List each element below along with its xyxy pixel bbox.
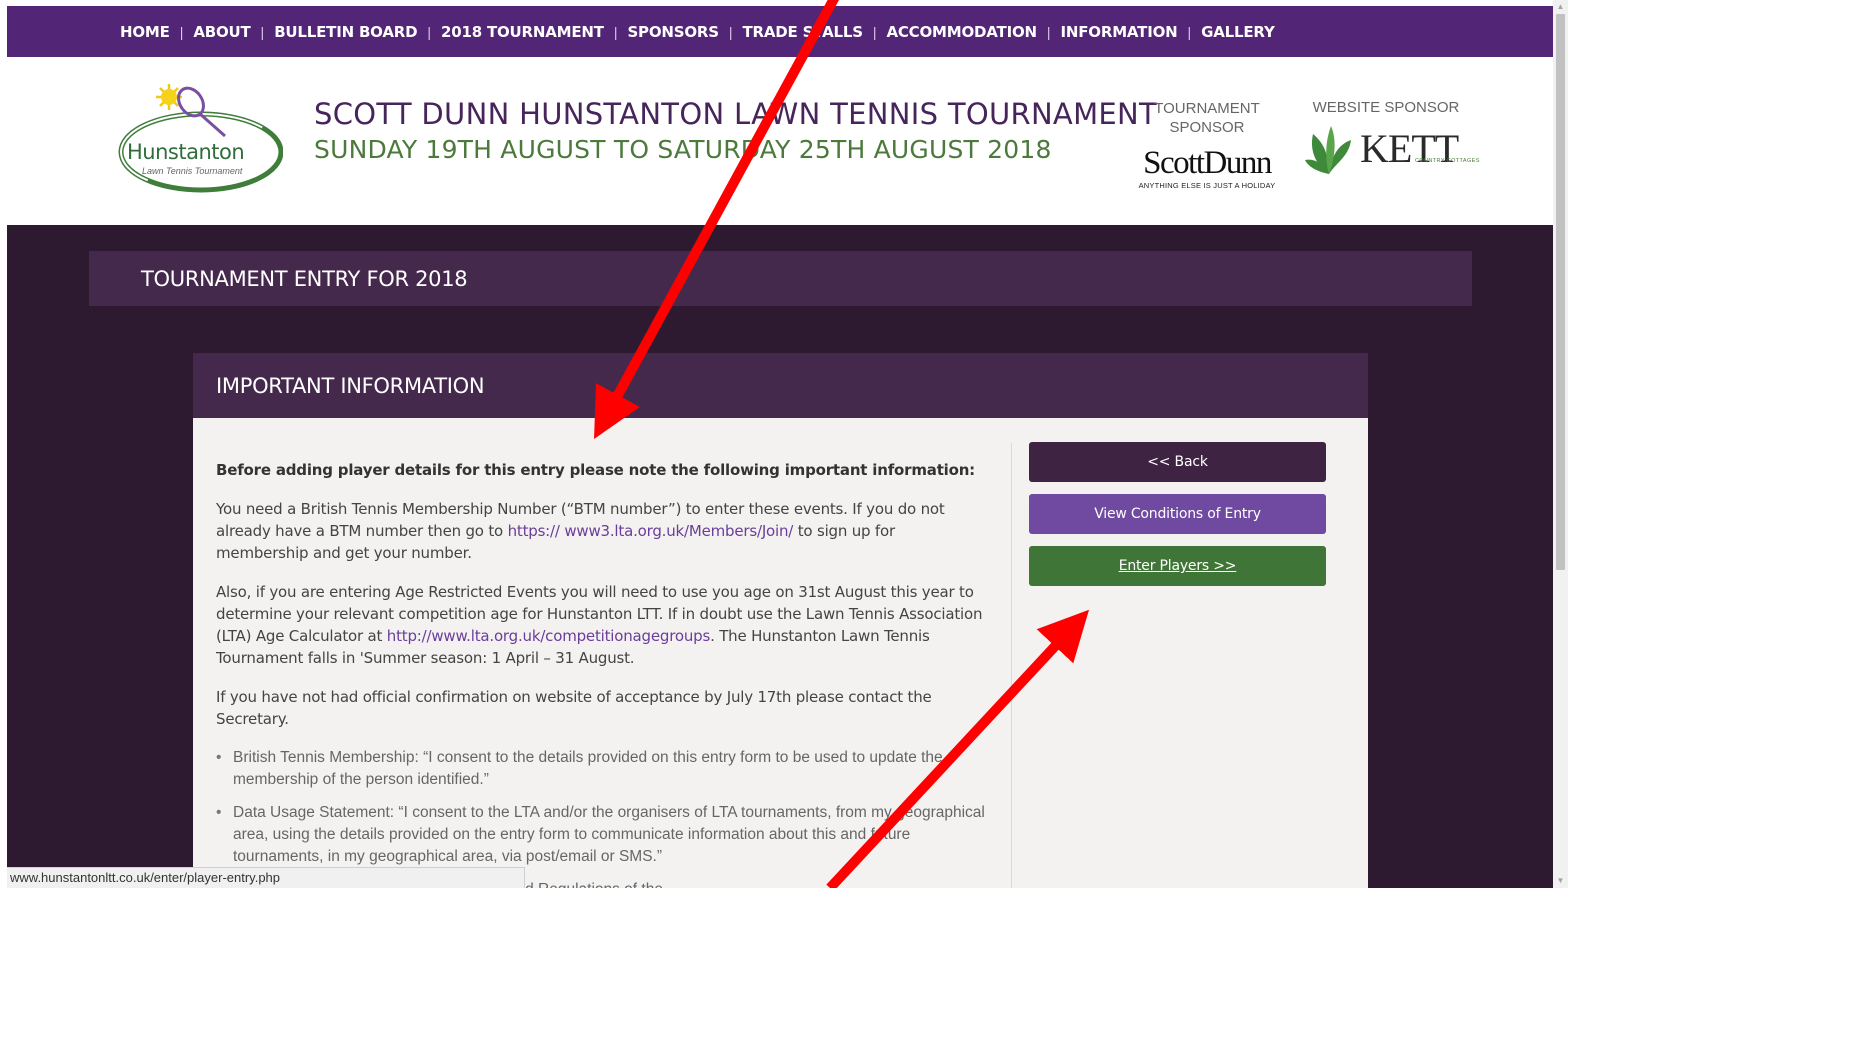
nav-2018-tournament[interactable]: 2018 TOURNAMENT	[441, 23, 604, 41]
nav-separator: |	[427, 23, 431, 40]
tournament-dates: SUNDAY 19TH AUGUST TO SATURDAY 25TH AUGU…	[314, 135, 1052, 164]
nav-bulletin-board[interactable]: BULLETIN BOARD	[274, 23, 417, 41]
kett-tagline: COUNTRY COTTAGES	[1415, 158, 1480, 164]
section-title: TOURNAMENT ENTRY FOR 2018	[141, 266, 468, 291]
site-logo[interactable]: Hunstanton Lawn Tennis Tournament	[117, 80, 284, 198]
nav-trade-stalls[interactable]: TRADE STALLS	[743, 23, 864, 41]
info-text: Before adding player details for this en…	[216, 459, 991, 888]
list-item: British Tennis Membership: “I consent to…	[216, 747, 991, 791]
important-info-panel: IMPORTANT INFORMATION Before adding play…	[193, 353, 1368, 888]
nav-separator: |	[260, 23, 265, 40]
nav-separator: |	[872, 23, 877, 40]
page-scrollbar[interactable]: ▲ ▼	[1553, 0, 1568, 888]
browser-viewport: HOME | ABOUT | BULLETIN BOARD | 2018 TOU…	[7, 6, 1553, 888]
logo-wordmark: Hunstanton	[127, 140, 245, 164]
panel-header: IMPORTANT INFORMATION	[193, 353, 1368, 418]
website-sponsor-label: WEBSITE SPONSOR	[1312, 99, 1460, 116]
nav-separator: |	[728, 23, 733, 40]
nav-information[interactable]: INFORMATION	[1061, 23, 1178, 41]
lead-paragraph: Before adding player details for this en…	[216, 461, 975, 479]
scroll-thumb[interactable]	[1556, 14, 1565, 570]
nav-about[interactable]: ABOUT	[193, 23, 250, 41]
age-paragraph: Also, if you are entering Age Restricted…	[216, 581, 991, 669]
panel-title: IMPORTANT INFORMATION	[216, 373, 485, 398]
site-header: Hunstanton Lawn Tennis Tournament SCOTT …	[7, 57, 1553, 225]
nav-separator: |	[613, 23, 618, 40]
enter-players-button[interactable]: Enter Players >>	[1029, 546, 1326, 586]
scott-dunn-tagline: ANYTHING ELSE IS JUST A HOLIDAY	[1138, 181, 1276, 190]
btm-paragraph: You need a British Tennis Membership Num…	[216, 498, 991, 564]
scroll-up-arrow-icon[interactable]: ▲	[1553, 0, 1568, 14]
tennis-racket-sun-icon	[118, 84, 284, 193]
status-bar-url: www.hunstantonltt.co.uk/enter/player-ent…	[7, 867, 525, 888]
back-button[interactable]: << Back	[1029, 442, 1326, 482]
nav-sponsors[interactable]: SPONSORS	[627, 23, 719, 41]
nav-gallery[interactable]: GALLERY	[1201, 23, 1275, 41]
view-conditions-button[interactable]: View Conditions of Entry	[1029, 494, 1326, 534]
lta-join-link[interactable]: https:// www3.lta.org.uk/Members/Join/	[508, 522, 794, 540]
tournament-sponsor-label: TOURNAMENT SPONSOR	[1154, 100, 1260, 136]
nav-accommodation[interactable]: ACCOMMODATION	[886, 23, 1037, 41]
section-header: TOURNAMENT ENTRY FOR 2018	[89, 251, 1472, 306]
column-divider	[1011, 443, 1012, 888]
nav-home[interactable]: HOME	[120, 23, 170, 41]
list-item: Data Usage Statement: “I consent to the …	[216, 802, 991, 868]
kett-logo[interactable]: KETT	[1360, 125, 1459, 172]
nav-separator: |	[1187, 23, 1192, 40]
nav-separator: |	[179, 23, 184, 40]
site-title: SCOTT DUNN HUNSTANTON LAWN TENNIS TOURNA…	[314, 97, 1158, 131]
top-nav: HOME | ABOUT | BULLETIN BOARD | 2018 TOU…	[7, 6, 1553, 57]
kett-leaf-icon	[1305, 126, 1351, 174]
confirmation-paragraph: If you have not had official confirmatio…	[216, 688, 932, 728]
scroll-down-arrow-icon[interactable]: ▼	[1553, 874, 1568, 888]
scott-dunn-logo[interactable]: ScottDunn	[1129, 145, 1285, 182]
nav-separator: |	[1046, 23, 1051, 40]
lta-age-link[interactable]: http://www.lta.org.uk/competitionagegrou…	[387, 627, 710, 645]
logo-subtitle: Lawn Tennis Tournament	[142, 166, 243, 176]
